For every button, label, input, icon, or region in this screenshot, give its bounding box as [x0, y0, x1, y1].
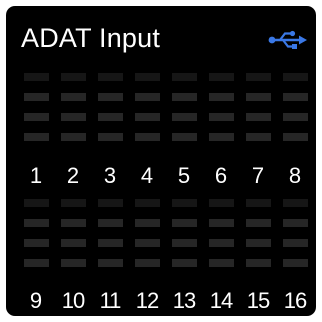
- meter-segment: [24, 259, 49, 267]
- meter-segment: [283, 113, 308, 121]
- channel-13-label[interactable]: 13: [171, 289, 197, 313]
- meter-segment: [61, 259, 86, 267]
- meter-segment: [172, 133, 197, 141]
- meter-segment: [246, 239, 271, 247]
- meter-segment: [98, 239, 123, 247]
- meter-segment: [209, 219, 234, 227]
- adat-input-panel: ADAT Input 1 2 3 4 5 6 7 8 9 10 11 12 13 14 15 16: [6, 6, 316, 316]
- meter-segment: [172, 73, 197, 81]
- meter-segment: [135, 133, 160, 141]
- channel-10-label[interactable]: 10: [60, 289, 86, 313]
- meter-segment: [61, 133, 86, 141]
- channel-4-label[interactable]: 4: [134, 164, 160, 188]
- meter-segment: [246, 133, 271, 141]
- meter-segment: [246, 259, 271, 267]
- meter-segment: [98, 73, 123, 81]
- meter-segment: [209, 73, 234, 81]
- meter-segment: [172, 93, 197, 101]
- channel-15-label[interactable]: 15: [245, 289, 271, 313]
- meter-segment: [61, 113, 86, 121]
- channel-2-label[interactable]: 2: [60, 164, 86, 188]
- meter-segment: [283, 73, 308, 81]
- channel-16-label[interactable]: 16: [282, 289, 308, 313]
- channel-meters: 1 2 3 4 5 6 7 8 9 10 11 12 13 14 15 16: [6, 6, 316, 316]
- meter-segment: [61, 93, 86, 101]
- meter-segment: [283, 239, 308, 247]
- meter-segment: [135, 73, 160, 81]
- meter-segment: [135, 239, 160, 247]
- channel-3-label[interactable]: 3: [97, 164, 123, 188]
- meter-segment: [283, 93, 308, 101]
- meter-segment: [283, 219, 308, 227]
- meter-segment: [246, 219, 271, 227]
- meter-segment: [24, 93, 49, 101]
- meter-segment: [209, 239, 234, 247]
- meter-segment: [209, 93, 234, 101]
- meter-segment: [98, 259, 123, 267]
- channel-12-label[interactable]: 12: [134, 289, 160, 313]
- meter-segment: [209, 199, 234, 207]
- channel-8-label[interactable]: 8: [282, 164, 308, 188]
- meter-segment: [61, 73, 86, 81]
- meter-segment: [24, 133, 49, 141]
- meter-segment: [209, 113, 234, 121]
- meter-segment: [24, 73, 49, 81]
- meter-segment: [209, 259, 234, 267]
- meter-segment: [172, 219, 197, 227]
- meter-segment: [135, 219, 160, 227]
- meter-segment: [135, 93, 160, 101]
- meter-segment: [61, 239, 86, 247]
- meter-segment: [24, 113, 49, 121]
- meter-segment: [283, 259, 308, 267]
- meter-segment: [135, 199, 160, 207]
- meter-segment: [283, 199, 308, 207]
- meter-segment: [283, 133, 308, 141]
- meter-segment: [246, 199, 271, 207]
- meter-segment: [135, 259, 160, 267]
- meter-segment: [172, 199, 197, 207]
- meter-segment: [98, 93, 123, 101]
- meter-segment: [172, 259, 197, 267]
- meter-segment: [24, 239, 49, 247]
- meter-segment: [98, 219, 123, 227]
- meter-segment: [246, 73, 271, 81]
- channel-5-label[interactable]: 5: [171, 164, 197, 188]
- meter-segment: [61, 199, 86, 207]
- meter-segment: [98, 133, 123, 141]
- meter-segment: [246, 113, 271, 121]
- meter-segment: [61, 219, 86, 227]
- meter-segment: [135, 113, 160, 121]
- channel-9-label[interactable]: 9: [23, 289, 49, 313]
- meter-segment: [98, 199, 123, 207]
- meter-segment: [24, 219, 49, 227]
- channel-14-label[interactable]: 14: [208, 289, 234, 313]
- channel-1-label[interactable]: 1: [23, 164, 49, 188]
- meter-segment: [209, 133, 234, 141]
- meter-segment: [172, 113, 197, 121]
- meter-segment: [172, 239, 197, 247]
- channel-6-label[interactable]: 6: [208, 164, 234, 188]
- channel-7-label[interactable]: 7: [245, 164, 271, 188]
- meter-segment: [24, 199, 49, 207]
- meter-segment: [98, 113, 123, 121]
- channel-11-label[interactable]: 11: [97, 289, 123, 313]
- meter-segment: [246, 93, 271, 101]
